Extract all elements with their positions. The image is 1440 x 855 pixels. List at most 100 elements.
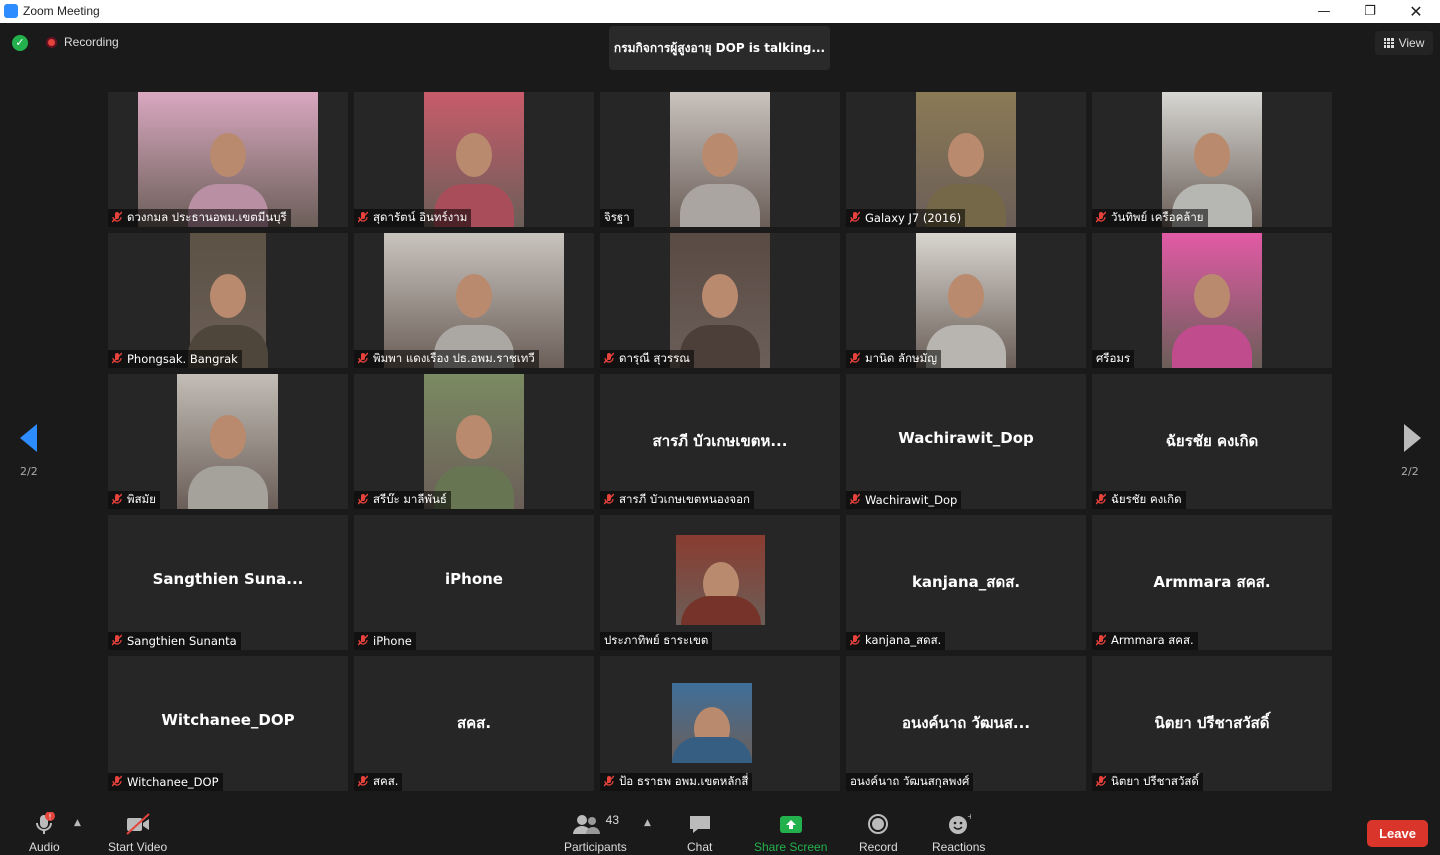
participant-tile[interactable]: ดวงกมล ประธานอพม.เขตมีนบุรี [108, 92, 348, 227]
previous-page-arrow-icon[interactable] [20, 424, 37, 452]
participant-namebar: ประภาทิพย์ ธาระเขต [600, 632, 713, 650]
participant-display-name: สารภี บัวเกษเขตห... [652, 432, 788, 450]
mic-muted-icon [111, 211, 123, 226]
reactions-smiley-icon: + [947, 812, 971, 836]
active-speaker-text: กรมกิจการผู้สูงอายุ DOP is talking... [613, 40, 826, 55]
record-icon [867, 812, 889, 836]
participant-tile[interactable]: สคส. สคส. [354, 656, 594, 791]
participant-video [672, 683, 752, 763]
participant-face [1194, 132, 1230, 177]
participant-name: สรีบ๊ะ มาลีพันธ์ [373, 492, 447, 506]
participant-tile[interactable]: ดารุณี สุวรรณ [600, 233, 840, 368]
recording-icon [46, 37, 57, 48]
participant-video [676, 535, 765, 625]
participant-tile[interactable]: iPhone iPhone [354, 515, 594, 650]
participant-tile[interactable]: Armmara สคส. Armmara สคส. [1092, 515, 1332, 650]
participant-namebar: ป้อ ธราธพ อพม.เขตหลักสี่ [600, 773, 753, 791]
participant-namebar: ฉัยรชัย คงเกิด [1092, 491, 1186, 509]
participant-namebar: มานิด ลักษมัญ [846, 350, 941, 368]
participant-display-name: kanjana_สดส. [911, 573, 1021, 591]
security-shield-icon[interactable]: ✓ [12, 35, 28, 51]
participant-tile[interactable]: มานิด ลักษมัญ [846, 233, 1086, 368]
participant-name: Witchanee_DOP [127, 775, 219, 789]
participant-video [138, 92, 318, 227]
participant-tile[interactable]: Galaxy J7 (2016) [846, 92, 1086, 227]
participants-button[interactable]: 43 Participants [564, 812, 627, 854]
participant-tile[interactable]: Witchanee_DOP Witchanee_DOP [108, 656, 348, 791]
participant-tile[interactable]: Phongsak. Bangrak [108, 233, 348, 368]
participant-tile[interactable]: สารภี บัวเกษเขตห... สารภี บัวเกษเขตหนองจอ… [600, 374, 840, 509]
mic-muted-icon [357, 634, 369, 649]
participant-namebar: สารภี บัวเกษเขตหนองจอก [600, 491, 754, 509]
participant-tile[interactable]: Sangthien Suna... Sangthien Sunanta [108, 515, 348, 650]
close-button[interactable]: ✕ [1393, 0, 1439, 23]
view-button[interactable]: View [1375, 31, 1433, 55]
mic-muted-icon [357, 775, 369, 790]
participant-tile[interactable]: Wachirawit_Dop Wachirawit_Dop [846, 374, 1086, 509]
participant-namebar: Sangthien Sunanta [108, 632, 241, 650]
participant-face [210, 132, 246, 177]
participant-tile[interactable]: สุดารัตน์ อินทร์งาม [354, 92, 594, 227]
recording-label[interactable]: Recording [64, 35, 119, 49]
mic-muted-icon [849, 352, 861, 367]
participant-name: Armmara สคส. [1111, 633, 1194, 647]
participant-tile[interactable]: อนงค์นาถ วัฒนส... อนงค์นาถ วัฒนสกุลพงศ์ [846, 656, 1086, 791]
reactions-button[interactable]: + Reactions [932, 812, 985, 854]
chat-icon [688, 812, 712, 836]
record-label: Record [859, 840, 898, 854]
participant-face [948, 273, 984, 318]
participant-display-name: ฉัยรชัย คงเกิด [1165, 432, 1259, 450]
participant-name: Sangthien Sunanta [127, 634, 237, 648]
mic-muted-icon [111, 634, 123, 649]
share-screen-label: Share Screen [754, 840, 828, 854]
participant-tile[interactable]: นิตยา ปรีชาสวัสดิ์ นิตยา ปรีชาสวัสดิ์ [1092, 656, 1332, 791]
participant-tile[interactable]: พิสมัย [108, 374, 348, 509]
chat-button[interactable]: Chat [687, 812, 712, 854]
share-screen-icon [779, 812, 803, 836]
participant-namebar: ศรีอมร [1092, 350, 1135, 368]
participant-name: iPhone [373, 634, 412, 648]
participant-tile[interactable]: วันทิพย์ เครือคล้าย [1092, 92, 1332, 227]
microphone-icon: ! [33, 812, 56, 836]
participant-namebar: สคส. [354, 773, 403, 791]
participant-body [1172, 324, 1252, 368]
participant-display-name: สคส. [456, 714, 492, 732]
mic-muted-icon [357, 211, 369, 226]
participant-face [456, 414, 492, 459]
participant-tile[interactable]: ประภาทิพย์ ธาระเขต [600, 515, 840, 650]
leave-button[interactable]: Leave [1367, 820, 1428, 847]
participant-tile[interactable]: จิรฐา [600, 92, 840, 227]
minimize-button[interactable]: — [1301, 0, 1347, 23]
participant-video [1162, 92, 1262, 227]
share-screen-button[interactable]: Share Screen [754, 812, 827, 854]
chat-label: Chat [687, 840, 713, 854]
participant-name: พิมพา แดงเรือง ปธ.อพม.ราชเทวี [373, 351, 535, 365]
participant-face [948, 132, 984, 177]
participant-namebar: Armmara สคส. [1092, 632, 1198, 650]
start-video-button[interactable]: Start Video [108, 812, 167, 854]
audio-button[interactable]: ! Audio [29, 812, 60, 854]
participants-options-caret-icon[interactable]: ▲ [644, 818, 651, 828]
participant-face [210, 273, 246, 318]
participant-name: สุดารัตน์ อินทร์งาม [373, 210, 468, 224]
participant-tile[interactable]: kanjana_สดส. kanjana_สดส. [846, 515, 1086, 650]
participant-name: มานิด ลักษมัญ [865, 351, 937, 365]
participant-face [456, 273, 492, 318]
mic-muted-icon [603, 352, 615, 367]
participant-display-name: อนงค์นาถ วัฒนส... [901, 714, 1031, 732]
restore-button[interactable]: ❐ [1347, 0, 1393, 23]
participant-tile[interactable]: ศรีอมร [1092, 233, 1332, 368]
participant-tile[interactable]: ป้อ ธราธพ อพม.เขตหลักสี่ [600, 656, 840, 791]
participant-tile[interactable]: พิมพา แดงเรือง ปธ.อพม.ราชเทวี [354, 233, 594, 368]
participant-tile[interactable]: ฉัยรชัย คงเกิด ฉัยรชัย คงเกิด [1092, 374, 1332, 509]
participant-video [384, 233, 564, 368]
participant-display-name: Sangthien Suna... [152, 570, 304, 588]
participant-name: kanjana_สดส. [865, 633, 942, 647]
mic-muted-icon [849, 211, 861, 226]
record-button[interactable]: Record [859, 812, 898, 854]
audio-options-caret-icon[interactable]: ▲ [74, 818, 81, 828]
participant-tile[interactable]: สรีบ๊ะ มาลีพันธ์ [354, 374, 594, 509]
next-page-arrow-icon[interactable] [1404, 424, 1421, 452]
participants-count: 43 [605, 813, 620, 827]
participant-namebar: ดวงกมล ประธานอพม.เขตมีนบุรี [108, 209, 291, 227]
